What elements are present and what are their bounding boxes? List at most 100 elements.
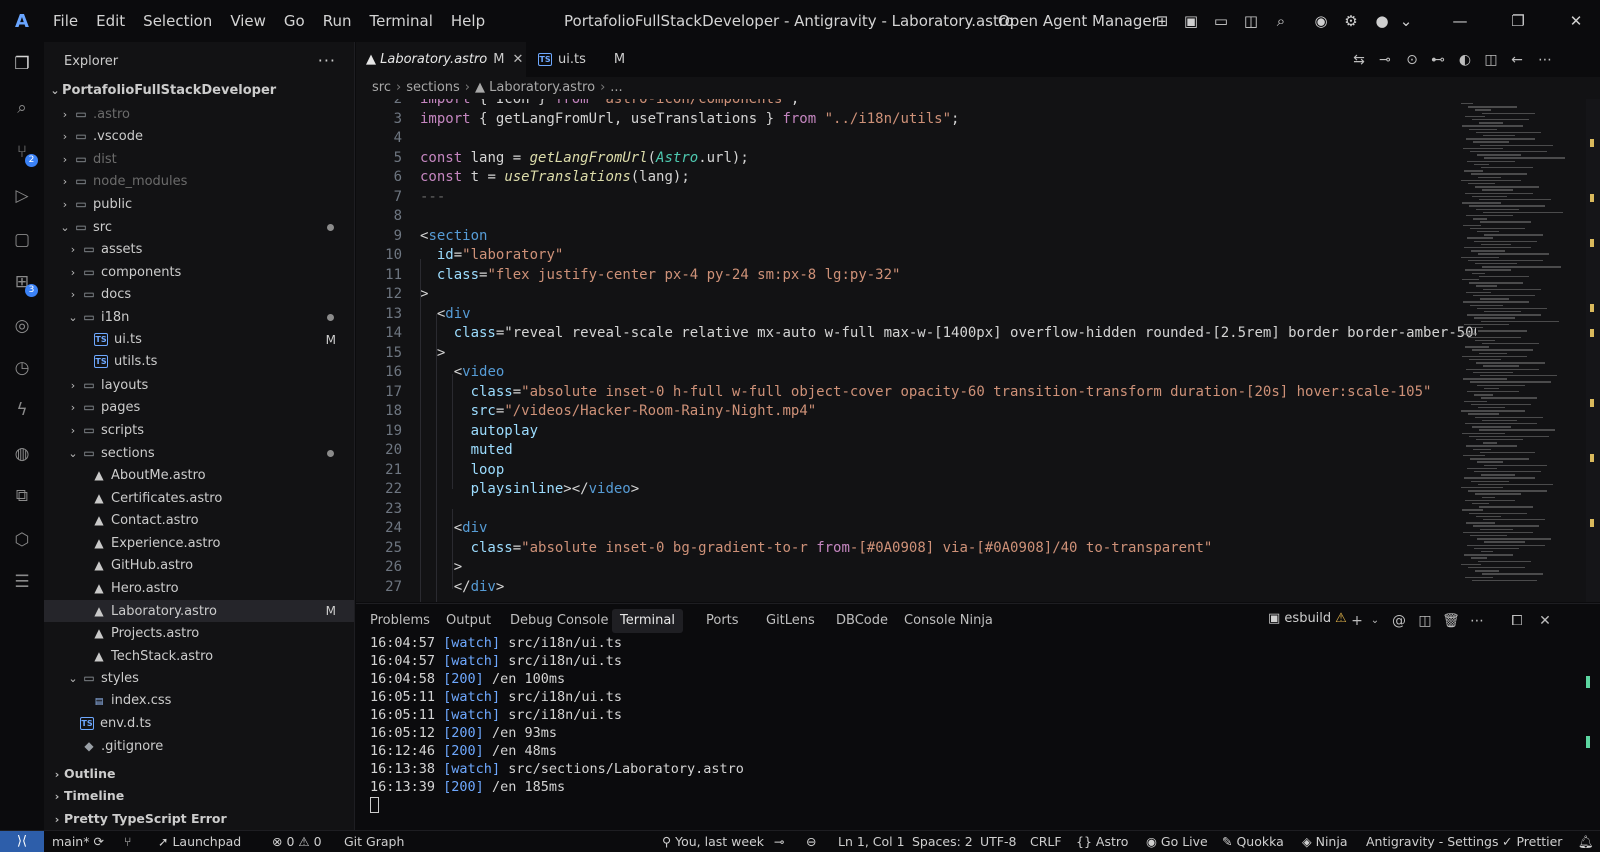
- git-fetch-icon[interactable]: ⑂: [124, 831, 132, 852]
- chevron-down-icon[interactable]: ⌄: [1366, 612, 1384, 630]
- tree-file-utils-ts[interactable]: TS utils.ts: [44, 351, 354, 374]
- breadcrumb-file[interactable]: Laboratory.astro: [489, 80, 595, 95]
- menu-go[interactable]: Go: [275, 0, 314, 42]
- menu-file[interactable]: File: [44, 0, 87, 42]
- tree-file-aboutme-astro[interactable]: ▲ AboutMe.astro: [44, 464, 354, 487]
- chrome-icon[interactable]: ◉: [1311, 11, 1331, 31]
- ninja-button[interactable]: ◈ Ninja: [1302, 831, 1347, 852]
- new-terminal-icon[interactable]: +: [1348, 612, 1366, 630]
- minimap[interactable]: [1461, 99, 1565, 602]
- tree-folder-i18n[interactable]: ⌄ ▭ i18n: [44, 306, 354, 329]
- gitlens-icon[interactable]: ◎: [10, 314, 34, 338]
- tab-output[interactable]: Output: [438, 604, 499, 638]
- tree-folder-assets[interactable]: › ▭ assets: [44, 238, 354, 261]
- git-graph-icon[interactable]: ⧉: [10, 484, 34, 508]
- tree-folder-src[interactable]: ⌄ ▭ src: [44, 216, 354, 239]
- avatar[interactable]: ●: [1372, 11, 1392, 31]
- remote-indicator-icon[interactable]: ⟩⟨: [0, 831, 44, 852]
- cursor-position[interactable]: Ln 1, Col 1: [838, 831, 905, 852]
- more-actions-icon[interactable]: ···: [318, 51, 336, 70]
- minimize-icon[interactable]: —: [1450, 11, 1470, 31]
- tree-file-github-astro[interactable]: ▲ GitHub.astro: [44, 554, 354, 577]
- bell-icon[interactable]: 🔔︎: [1578, 831, 1594, 852]
- more-actions-icon[interactable]: ⋯: [1536, 51, 1554, 69]
- tab-gitlens[interactable]: GitLens: [758, 604, 823, 638]
- timeline-section[interactable]: › Timeline: [44, 785, 354, 808]
- outline-section[interactable]: › Outline: [44, 763, 354, 786]
- close-panel-icon[interactable]: ✕: [1536, 612, 1554, 630]
- tab-debug-console[interactable]: Debug Console: [502, 604, 617, 638]
- menu-edit[interactable]: Edit: [87, 0, 134, 42]
- tree-folder-vscode[interactable]: › ▭ .vscode: [44, 125, 354, 148]
- menu-help[interactable]: Help: [442, 0, 494, 42]
- extensions-icon[interactable]: ⊞ 3: [10, 270, 38, 297]
- git-graph-button[interactable]: Git Graph: [344, 831, 404, 852]
- zoom-icon[interactable]: ⊖: [806, 831, 816, 852]
- git-next-icon[interactable]: ⊷: [1429, 51, 1447, 69]
- menu-terminal[interactable]: Terminal: [361, 0, 442, 42]
- tree-folder-styles[interactable]: ⌄ ▭ styles: [44, 667, 354, 690]
- compare-icon[interactable]: ⇆: [1350, 51, 1368, 69]
- tree-file-experience-astro[interactable]: ▲ Experience.astro: [44, 532, 354, 555]
- breadcrumb-sections[interactable]: sections: [406, 80, 460, 95]
- blame-indicator[interactable]: ⚲ You, last week: [662, 831, 764, 852]
- split-editor-icon[interactable]: ◫: [1482, 51, 1500, 69]
- settings-button[interactable]: Antigravity - Settings: [1366, 831, 1498, 852]
- toggle-sidebar-icon[interactable]: ▣: [1181, 11, 1201, 31]
- tree-file-ui-ts[interactable]: TS ui.ts M: [44, 329, 354, 352]
- gitlens-blame-icon[interactable]: ◐: [1456, 51, 1474, 69]
- tab-laboratory-astro[interactable]: ▲ Laboratory.astro M ✕: [356, 42, 526, 77]
- tree-file-certificates-astro[interactable]: ▲ Certificates.astro: [44, 487, 354, 510]
- toggle-panel-icon[interactable]: ▭: [1211, 11, 1231, 31]
- lightning-icon[interactable]: ϟ: [10, 398, 34, 422]
- arrow-left-icon[interactable]: ←: [1508, 51, 1526, 69]
- tree-folder-public[interactable]: › ▭ public: [44, 193, 354, 216]
- clock-icon[interactable]: ◷: [10, 356, 34, 380]
- toggle-secondary-sidebar-icon[interactable]: ◫: [1241, 11, 1261, 31]
- go-live-button[interactable]: ◉ Go Live: [1146, 831, 1208, 852]
- restore-icon[interactable]: ❐: [1508, 11, 1528, 31]
- indentation[interactable]: Spaces: 2: [912, 831, 973, 852]
- code-editor[interactable]: 2 import { Icon } from "astro-icon/compon…: [356, 99, 1600, 602]
- branch-indicator[interactable]: main* ⟳: [52, 831, 104, 852]
- tree-folder-dist[interactable]: › ▭ dist: [44, 148, 354, 171]
- git-commit-icon[interactable]: ⊙: [1403, 51, 1421, 69]
- tree-folder-pages[interactable]: › ▭ pages: [44, 396, 354, 419]
- gear-icon[interactable]: ⚙: [1341, 11, 1361, 31]
- tree-folder-astro[interactable]: › ▭ .astro: [44, 103, 354, 126]
- tree-file-techstack-astro[interactable]: ▲ TechStack.astro: [44, 645, 354, 668]
- end-of-line[interactable]: CRLF: [1030, 831, 1062, 852]
- workspace-root[interactable]: ⌄ PortafolioFullStackDeveloper: [44, 80, 354, 103]
- maximize-panel-icon[interactable]: ⧠: [1508, 612, 1526, 630]
- package-icon[interactable]: ⬡: [10, 528, 34, 552]
- tree-folder-sections[interactable]: ⌄ ▭ sections: [44, 442, 354, 465]
- run-debug-icon[interactable]: ▷: [10, 184, 34, 208]
- encoding[interactable]: UTF-8: [980, 831, 1016, 852]
- github-icon[interactable]: ◍: [10, 442, 34, 466]
- launchpad-button[interactable]: ➚ Launchpad: [158, 831, 241, 852]
- remote-explorer-icon[interactable]: ▢: [10, 228, 34, 252]
- close-icon[interactable]: ✕: [1566, 11, 1586, 31]
- commit-icon[interactable]: ⊸: [774, 831, 784, 852]
- tree-file-gitignore[interactable]: ◆ .gitignore: [44, 735, 354, 758]
- tree-folder-layouts[interactable]: › ▭ layouts: [44, 374, 354, 397]
- terminal-instance[interactable]: ▣ esbuild ⚠: [1268, 611, 1347, 626]
- tab-ui-ts[interactable]: TS ui.ts M: [528, 42, 628, 77]
- tab-terminal[interactable]: Terminal: [612, 609, 683, 633]
- trash-icon[interactable]: 🗑: [1442, 612, 1460, 630]
- tree-file-laboratory-astro[interactable]: ▲ Laboratory.astro M: [44, 599, 354, 623]
- pretty-ts-error-section[interactable]: › Pretty TypeScript Error: [44, 808, 354, 831]
- tree-file-env-d-ts[interactable]: TS env.d.ts: [44, 713, 354, 736]
- search-icon[interactable]: ⌕: [1271, 11, 1291, 31]
- open-agent-manager-button[interactable]: Open Agent Manager: [998, 0, 1158, 42]
- tab-dbcode[interactable]: DBCode: [828, 604, 896, 638]
- explorer-icon[interactable]: ❐: [10, 52, 34, 76]
- tab-problems[interactable]: Problems: [362, 604, 438, 638]
- tree-folder-node-modules[interactable]: › ▭ node_modules: [44, 170, 354, 193]
- problems-indicator[interactable]: ⊗ 0 ⚠ 0: [272, 831, 322, 852]
- menu-view[interactable]: View: [221, 0, 275, 42]
- breadcrumb-symbol[interactable]: ...: [610, 80, 622, 95]
- breadcrumb-src[interactable]: src: [372, 80, 391, 95]
- customize-layout-icon[interactable]: ⊞: [1152, 11, 1172, 31]
- split-terminal-icon[interactable]: ◫: [1416, 612, 1434, 630]
